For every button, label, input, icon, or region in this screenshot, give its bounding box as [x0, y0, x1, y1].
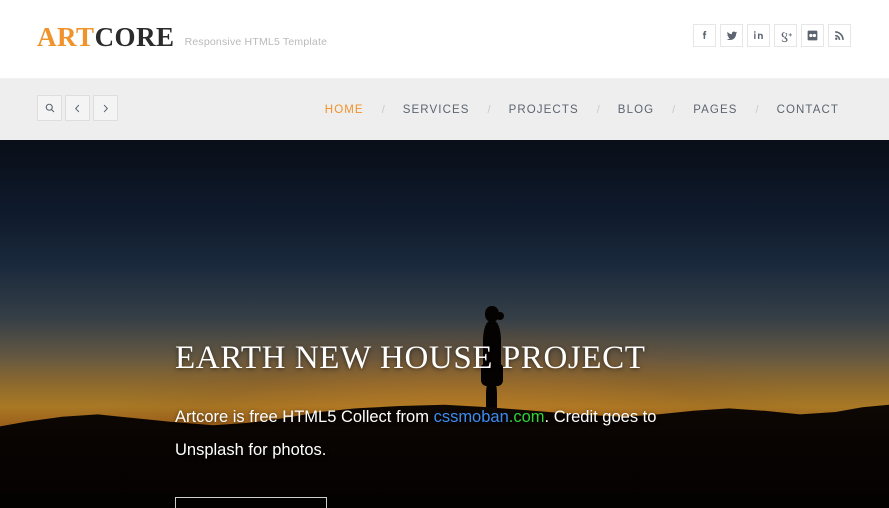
social-link-google-plus[interactable]: [774, 24, 797, 47]
social-link-rss[interactable]: [828, 24, 851, 47]
twitter-icon: [725, 29, 739, 43]
cssmoban-link-tld[interactable]: .com: [509, 408, 545, 426]
flickr-icon: [806, 29, 819, 42]
search-icon: [44, 102, 56, 114]
nav-separator: /: [487, 103, 491, 116]
view-projects-button[interactable]: VIEW PROJECTS: [175, 497, 328, 508]
nav-item-home[interactable]: HOME: [314, 104, 375, 116]
site-header: ARTCORE Responsive HTML5 Template: [0, 0, 889, 79]
nav-item-blog[interactable]: BLOG: [607, 104, 665, 116]
social-link-linkedin[interactable]: [747, 24, 770, 47]
facebook-icon: [698, 29, 711, 42]
nav-separator: /: [755, 103, 759, 116]
google-plus-icon: [779, 29, 793, 43]
nav-separator: /: [596, 103, 600, 116]
linkedin-icon: [752, 29, 765, 42]
nav-separator: /: [672, 103, 676, 116]
chevron-left-icon: [72, 103, 83, 114]
hero-content: EARTH NEW HOUSE PROJECT Artcore is free …: [175, 340, 695, 508]
site-logo: ARTCORE: [37, 24, 175, 51]
chevron-right-icon: [100, 103, 111, 114]
nav-item-contact[interactable]: CONTACT: [766, 104, 850, 116]
main-navigation: HOME / SERVICES / PROJECTS / BLOG / PAGE…: [314, 79, 850, 140]
nav-item-pages[interactable]: PAGES: [682, 104, 748, 116]
prev-slide-button[interactable]: [65, 95, 90, 121]
nav-separator: /: [381, 103, 385, 116]
nav-item-projects[interactable]: PROJECTS: [498, 104, 590, 116]
rss-icon: [833, 29, 846, 42]
social-link-twitter[interactable]: [720, 24, 743, 47]
nav-tool-group: [37, 95, 118, 121]
nav-item-services[interactable]: SERVICES: [392, 104, 481, 116]
cssmoban-link[interactable]: cssmoban: [434, 408, 509, 426]
logo-text-primary: ART: [37, 22, 95, 52]
hero-text-lead: Artcore is free HTML5 Collect from: [175, 408, 434, 426]
logo-text-secondary: CORE: [94, 22, 175, 52]
hero-description: Artcore is free HTML5 Collect from cssmo…: [175, 401, 675, 467]
hero-banner: EARTH NEW HOUSE PROJECT Artcore is free …: [0, 140, 889, 508]
site-tagline: Responsive HTML5 Template: [184, 36, 328, 48]
page-root: ARTCORE Responsive HTML5 Template HOME /…: [0, 0, 889, 508]
next-slide-button[interactable]: [93, 95, 118, 121]
social-links: [693, 24, 851, 47]
navigation-bar: HOME / SERVICES / PROJECTS / BLOG / PAGE…: [0, 79, 889, 140]
search-button[interactable]: [37, 95, 62, 121]
brand[interactable]: ARTCORE Responsive HTML5 Template: [37, 24, 327, 51]
hero-title: EARTH NEW HOUSE PROJECT: [175, 340, 646, 376]
social-link-facebook[interactable]: [693, 24, 716, 47]
social-link-flickr[interactable]: [801, 24, 824, 47]
